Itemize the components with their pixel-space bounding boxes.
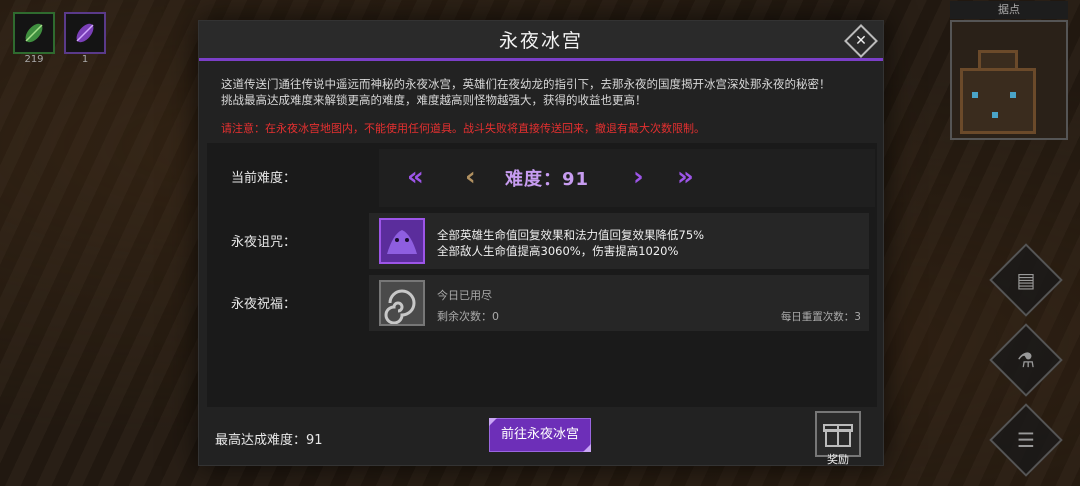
curse-effect-2: 全部敌人生命值提高3060%，伤害提高1020%	[437, 244, 679, 258]
difficulty-label: 当前难度：	[231, 171, 297, 186]
blessing-label: 永夜祝福：	[231, 297, 297, 312]
inventory-slot-1[interactable]	[13, 12, 55, 54]
scroll-icon: ▤	[1016, 268, 1036, 292]
leaf-gem-icon	[25, 23, 43, 43]
difficulty-decrease-button[interactable]: ‹	[465, 162, 476, 192]
difficulty-value: 难度：91	[505, 169, 590, 190]
eternal-night-palace-dialog: 永夜冰宫 ✕ 这道传送门通往传说中遥远而神秘的永夜冰宫，英雄们在夜幼龙的指引下，…	[198, 20, 884, 466]
minimap-room	[960, 68, 1036, 134]
minimap-label: 据点	[950, 1, 1068, 19]
description-line-2: 挑战最高达成难度来解锁更高的难度，难度越高则怪物越强大，获得的收益也更高！	[221, 93, 647, 107]
inventory-slot-2[interactable]	[64, 12, 106, 54]
curse-effect-1: 全部英雄生命值回复效果和法力值回复效果降低75%	[437, 228, 705, 242]
list-icon: ☰	[1017, 428, 1035, 452]
difficulty-increase-button[interactable]: ›	[633, 162, 644, 192]
description-line-1: 这道传送门通往传说中遥远而神秘的永夜冰宫，英雄们在夜幼龙的指引下，去那永夜的国度…	[221, 77, 831, 91]
swirl-icon	[384, 289, 416, 325]
slot-2-count: 1	[81, 54, 89, 65]
close-icon: ✕	[855, 33, 867, 49]
curse-label: 永夜诅咒：	[231, 235, 297, 250]
minimap[interactable]	[950, 20, 1068, 140]
max-difficulty: 最高达成难度：91	[215, 433, 323, 448]
blessing-icon[interactable]	[379, 280, 425, 326]
description: 这道传送门通往传说中遥远而神秘的永夜冰宫，英雄们在夜幼龙的指引下，去那永夜的国度…	[221, 76, 871, 108]
blessing-daily-reset: 每日重置次数：3	[780, 311, 861, 323]
curse-icon[interactable]	[379, 218, 425, 264]
potion-icon: ⚗	[1017, 348, 1035, 372]
difficulty-decrease-max-button[interactable]: «	[407, 162, 424, 192]
difficulty-increase-max-button[interactable]: »	[677, 162, 694, 192]
warning-text: 请注意：在永夜冰宫地图内，不能使用任何道具。战斗失败将直接传送回来，撤退有最大次…	[221, 122, 705, 135]
difficulty-bar	[379, 149, 875, 207]
night-curse-icon	[387, 230, 417, 254]
reward-label: 奖励	[827, 453, 849, 466]
purple-gem-icon	[76, 23, 94, 43]
enter-palace-button[interactable]: 前往永夜冰宫	[489, 418, 591, 452]
dialog-title: 永夜冰宫	[498, 30, 583, 52]
blessing-remaining: 剩余次数：0	[437, 310, 499, 323]
blessing-status: 今日已用尽	[437, 289, 492, 302]
minimap-marker	[1010, 92, 1016, 98]
minimap-marker	[992, 112, 998, 118]
gift-icon	[823, 424, 853, 447]
slot-1-count: 219	[24, 54, 44, 65]
minimap-marker	[972, 92, 978, 98]
